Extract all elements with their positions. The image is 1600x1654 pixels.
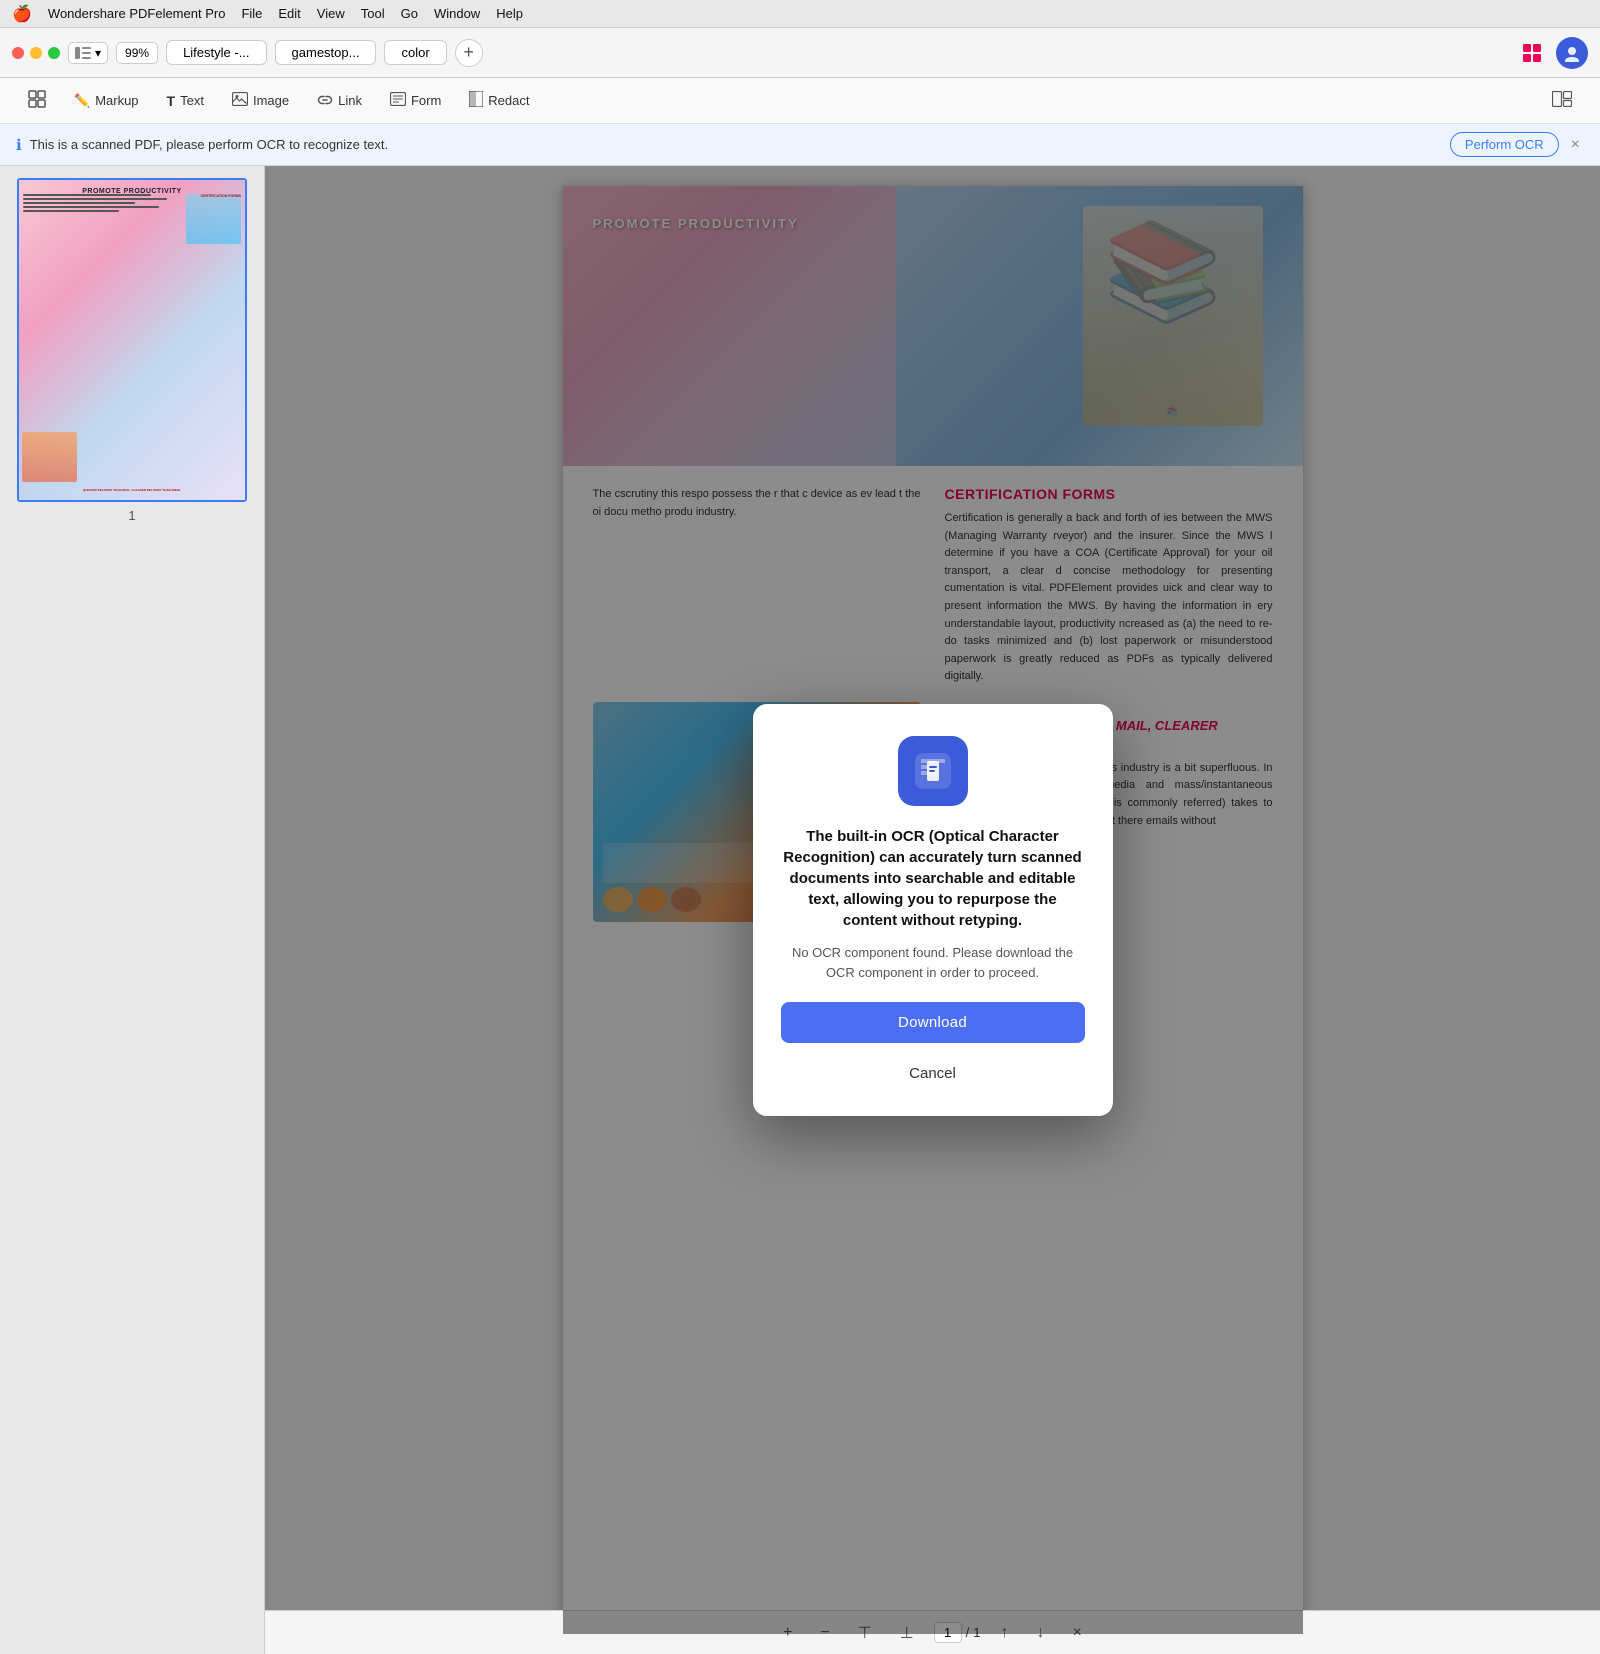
maximize-window-button[interactable] <box>48 47 60 59</box>
link-icon <box>317 93 333 108</box>
new-tab-button[interactable]: + <box>455 39 483 67</box>
redact-label: Redact <box>488 93 529 108</box>
modal-description: No OCR component found. Please download … <box>781 943 1085 982</box>
modal-overlay: The built-in OCR (Optical Character Reco… <box>563 186 1303 1634</box>
link-button[interactable]: Link <box>305 88 374 113</box>
toolbar: ▾ 99% Lifestyle -... gamestop... color + <box>0 28 1600 78</box>
edit-toolbar: ✏️ Markup T Text Image Link Form Redact <box>0 78 1600 124</box>
redact-icon <box>469 91 483 110</box>
menu-window[interactable]: Window <box>434 6 480 21</box>
organize-icon <box>28 90 46 111</box>
image-label: Image <box>253 93 289 108</box>
image-button[interactable]: Image <box>220 87 301 114</box>
text-icon: T <box>167 93 176 109</box>
sidebar-toggle-button[interactable]: ▾ <box>68 42 108 64</box>
main-area: PROMOTE PRODUCTIVITY CERTIFICATION FORMS… <box>0 166 1600 1654</box>
modal-title: The built-in OCR (Optical Character Reco… <box>781 826 1085 931</box>
tabs-grid-button[interactable] <box>1516 37 1548 69</box>
page-thumbnail[interactable]: PROMOTE PRODUCTIVITY CERTIFICATION FORMS… <box>17 178 247 502</box>
sidebar-toggle-chevron: ▾ <box>95 46 101 60</box>
modal-app-icon <box>898 736 968 806</box>
view-toggle-icon <box>1552 91 1572 110</box>
traffic-lights <box>12 47 60 59</box>
menu-tool[interactable]: Tool <box>361 6 385 21</box>
ocr-notice-bar: ℹ This is a scanned PDF, please perform … <box>0 124 1600 166</box>
pdf-page: 📚 📚 PROMOTE PRODUCTIVITY The cscrutiny t… <box>563 186 1303 1634</box>
text-label: Text <box>180 93 204 108</box>
ocr-notice-text: This is a scanned PDF, please perform OC… <box>30 137 1442 152</box>
redact-button[interactable]: Redact <box>457 86 541 115</box>
content-area: 📚 📚 PROMOTE PRODUCTIVITY The cscrutiny t… <box>265 166 1600 1654</box>
modal-download-button[interactable]: Download <box>781 1002 1085 1043</box>
menubar: 🍎 Wondershare PDFelement Pro File Edit V… <box>0 0 1600 28</box>
ocr-notice-close-button[interactable]: × <box>1567 136 1584 154</box>
menu-go[interactable]: Go <box>401 6 418 21</box>
menu-help[interactable]: Help <box>496 6 523 21</box>
ocr-download-modal: The built-in OCR (Optical Character Reco… <box>753 704 1113 1116</box>
sidebar: PROMOTE PRODUCTIVITY CERTIFICATION FORMS… <box>0 166 265 1654</box>
menu-file[interactable]: File <box>241 6 262 21</box>
tab-color[interactable]: color <box>384 40 446 65</box>
modal-cancel-button[interactable]: Cancel <box>781 1055 1085 1092</box>
tab-lifestyle[interactable]: Lifestyle -... <box>166 40 266 65</box>
organize-button[interactable] <box>16 85 58 116</box>
markup-button[interactable]: ✏️ Markup <box>62 88 151 114</box>
link-label: Link <box>338 93 362 108</box>
menu-edit[interactable]: Edit <box>278 6 300 21</box>
view-toggle-button[interactable] <box>1540 86 1584 115</box>
apple-menu[interactable]: 🍎 <box>12 4 32 24</box>
markup-icon: ✏️ <box>74 93 90 109</box>
form-icon <box>390 92 406 109</box>
image-icon <box>232 92 248 109</box>
text-button[interactable]: T Text <box>155 88 216 114</box>
form-label: Form <box>411 93 441 108</box>
menu-view[interactable]: View <box>317 6 345 21</box>
form-button[interactable]: Form <box>378 87 453 114</box>
app-name: Wondershare PDFelement Pro <box>48 6 226 21</box>
markup-label: Markup <box>95 93 138 108</box>
close-window-button[interactable] <box>12 47 24 59</box>
zoom-selector[interactable]: 99% <box>116 42 158 64</box>
minimize-window-button[interactable] <box>30 47 42 59</box>
user-avatar[interactable] <box>1556 37 1588 69</box>
perform-ocr-button[interactable]: Perform OCR <box>1450 132 1559 157</box>
page-number: 1 <box>128 508 135 523</box>
info-icon: ℹ <box>16 136 22 154</box>
tab-gamestop[interactable]: gamestop... <box>275 40 377 65</box>
